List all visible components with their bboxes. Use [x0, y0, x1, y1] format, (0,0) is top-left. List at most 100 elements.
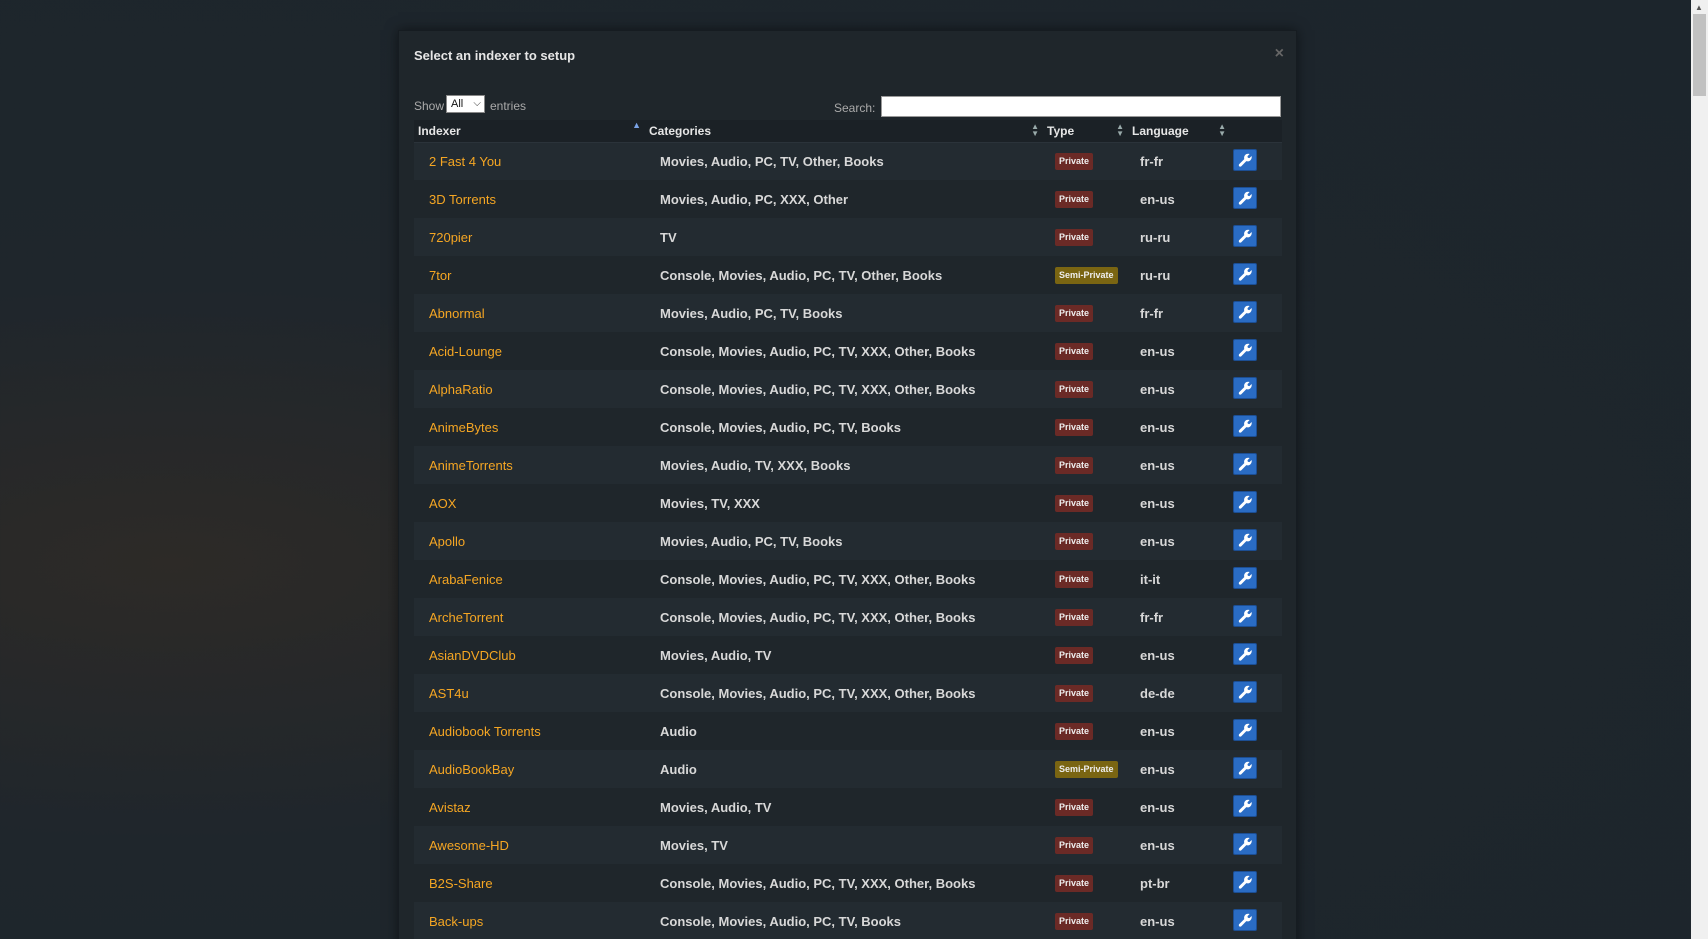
table-row: AudioBookBay Audio Semi-Private en-us	[414, 750, 1282, 788]
indexer-action-cell	[1230, 712, 1282, 750]
indexer-name-link[interactable]: Avistaz	[414, 788, 645, 826]
column-header-indexer[interactable]: Indexer ▲	[414, 120, 645, 143]
sort-both-icon: ▲ ▼	[1116, 122, 1124, 138]
table-row: ArabaFenice Console, Movies, Audio, PC, T…	[414, 560, 1282, 598]
page-scrollbar[interactable]: ▲	[1691, 0, 1708, 939]
configure-indexer-button[interactable]	[1233, 756, 1257, 779]
configure-indexer-button[interactable]	[1233, 642, 1257, 665]
configure-indexer-button[interactable]	[1233, 148, 1257, 171]
indexer-language: en-us	[1140, 533, 1175, 549]
indexer-name-link[interactable]: B2S-Share	[414, 864, 645, 902]
entries-label: entries	[490, 99, 527, 113]
indexer-name-link[interactable]: Audiobook Torrents	[414, 712, 645, 750]
close-icon[interactable]: ×	[1275, 45, 1284, 63]
configure-indexer-button[interactable]	[1233, 528, 1257, 551]
wrench-icon	[1238, 381, 1252, 395]
table-row: 3D Torrents Movies, Audio, PC, XXX, Other…	[414, 180, 1282, 218]
wrench-icon	[1238, 495, 1252, 509]
indexer-action-cell	[1230, 218, 1282, 256]
table-row: Avistaz Movies, Audio, TV Private en-us	[414, 788, 1282, 826]
scroll-up-icon[interactable]: ▲	[1695, 3, 1703, 12]
indexer-language: en-us	[1140, 495, 1175, 511]
indexer-type-cell: Private	[1043, 370, 1128, 408]
indexer-type-cell: Private	[1043, 788, 1128, 826]
wrench-icon	[1238, 343, 1252, 357]
indexer-select-modal: Select an indexer to setup × Show All ⌵ …	[398, 30, 1297, 939]
type-badge: Private	[1055, 229, 1094, 246]
indexer-name-link[interactable]: 7tor	[414, 256, 645, 294]
table-row: Audiobook Torrents Audio Private en-us	[414, 712, 1282, 750]
table-row: Acid-Lounge Console, Movies, Audio, PC, T…	[414, 332, 1282, 370]
indexer-action-cell	[1230, 750, 1282, 788]
configure-indexer-button[interactable]	[1233, 680, 1257, 703]
configure-indexer-button[interactable]	[1233, 338, 1257, 361]
indexer-action-cell	[1230, 370, 1282, 408]
indexer-name-link[interactable]: ArcheTorrent	[414, 598, 645, 636]
column-header-type[interactable]: Type ▲ ▼	[1043, 120, 1128, 143]
column-header-categories[interactable]: Categories ▲ ▼	[645, 120, 1043, 143]
indexer-name-link[interactable]: AsianDVDClub	[414, 636, 645, 674]
type-badge: Private	[1055, 609, 1094, 626]
type-badge: Private	[1055, 837, 1094, 854]
indexer-language: it-it	[1140, 571, 1161, 587]
indexer-name-link[interactable]: AnimeTorrents	[414, 446, 645, 484]
configure-indexer-button[interactable]	[1233, 186, 1257, 209]
table-row: Abnormal Movies, Audio, PC, TV, Books Priv…	[414, 294, 1282, 332]
type-badge: Private	[1055, 875, 1094, 892]
wrench-icon	[1238, 229, 1252, 243]
configure-indexer-button[interactable]	[1233, 908, 1257, 931]
indexer-name-link[interactable]: Apollo	[414, 522, 645, 560]
search-input[interactable]	[881, 96, 1281, 117]
indexer-name-link[interactable]: Back-ups	[414, 902, 645, 939]
column-header-language[interactable]: Language ▲ ▼	[1128, 120, 1230, 143]
wrench-icon	[1238, 191, 1252, 205]
indexer-language: pt-br	[1140, 875, 1170, 891]
indexer-categories: Console, Movies, Audio, PC, TV, Other, B…	[660, 267, 943, 283]
indexer-name-link[interactable]: 2 Fast 4 You	[414, 142, 645, 180]
modal-title: Select an indexer to setup	[414, 48, 576, 63]
indexer-type-cell: Private	[1043, 826, 1128, 864]
configure-indexer-button[interactable]	[1233, 224, 1257, 247]
indexer-name-link[interactable]: Acid-Lounge	[414, 332, 645, 370]
wrench-icon	[1238, 305, 1252, 319]
indexer-name-link[interactable]: AudioBookBay	[414, 750, 645, 788]
type-badge: Private	[1055, 495, 1094, 512]
configure-indexer-button[interactable]	[1233, 870, 1257, 893]
indexer-type-cell: Private	[1043, 712, 1128, 750]
type-badge: Private	[1055, 685, 1094, 702]
indexer-action-cell	[1230, 180, 1282, 218]
configure-indexer-button[interactable]	[1233, 300, 1257, 323]
indexer-name-link[interactable]: 3D Torrents	[414, 180, 645, 218]
scrollbar-thumb[interactable]	[1693, 14, 1706, 96]
configure-indexer-button[interactable]	[1233, 794, 1257, 817]
indexer-name-link[interactable]: AlphaRatio	[414, 370, 645, 408]
indexer-name-link[interactable]: Abnormal	[414, 294, 645, 332]
configure-indexer-button[interactable]	[1233, 414, 1257, 437]
indexer-action-cell	[1230, 522, 1282, 560]
wrench-icon	[1238, 761, 1252, 775]
indexer-name-link[interactable]: 720pier	[414, 218, 645, 256]
page-length-select[interactable]: All ⌵	[446, 95, 485, 113]
indexer-name-link[interactable]: ArabaFenice	[414, 560, 645, 598]
indexer-name-link[interactable]: AnimeBytes	[414, 408, 645, 446]
configure-indexer-button[interactable]	[1233, 566, 1257, 589]
indexer-action-cell	[1230, 332, 1282, 370]
indexer-name-link[interactable]: AOX	[414, 484, 645, 522]
table-row: AsianDVDClub Movies, Audio, TV Private en-u…	[414, 636, 1282, 674]
indexer-name-link[interactable]: AST4u	[414, 674, 645, 712]
wrench-icon	[1238, 647, 1252, 661]
indexer-name-link[interactable]: Awesome-HD	[414, 826, 645, 864]
configure-indexer-button[interactable]	[1233, 262, 1257, 285]
table-row: Apollo Movies, Audio, PC, TV, Books Privat…	[414, 522, 1282, 560]
table-row: 720pier TV Private ru-ru	[414, 218, 1282, 256]
configure-indexer-button[interactable]	[1233, 490, 1257, 513]
configure-indexer-button[interactable]	[1233, 832, 1257, 855]
configure-indexer-button[interactable]	[1233, 376, 1257, 399]
configure-indexer-button[interactable]	[1233, 718, 1257, 741]
indexer-action-cell	[1230, 636, 1282, 674]
indexer-language: en-us	[1140, 761, 1175, 777]
configure-indexer-button[interactable]	[1233, 604, 1257, 627]
indexer-language: fr-fr	[1140, 305, 1164, 321]
configure-indexer-button[interactable]	[1233, 452, 1257, 475]
indexer-action-cell	[1230, 598, 1282, 636]
